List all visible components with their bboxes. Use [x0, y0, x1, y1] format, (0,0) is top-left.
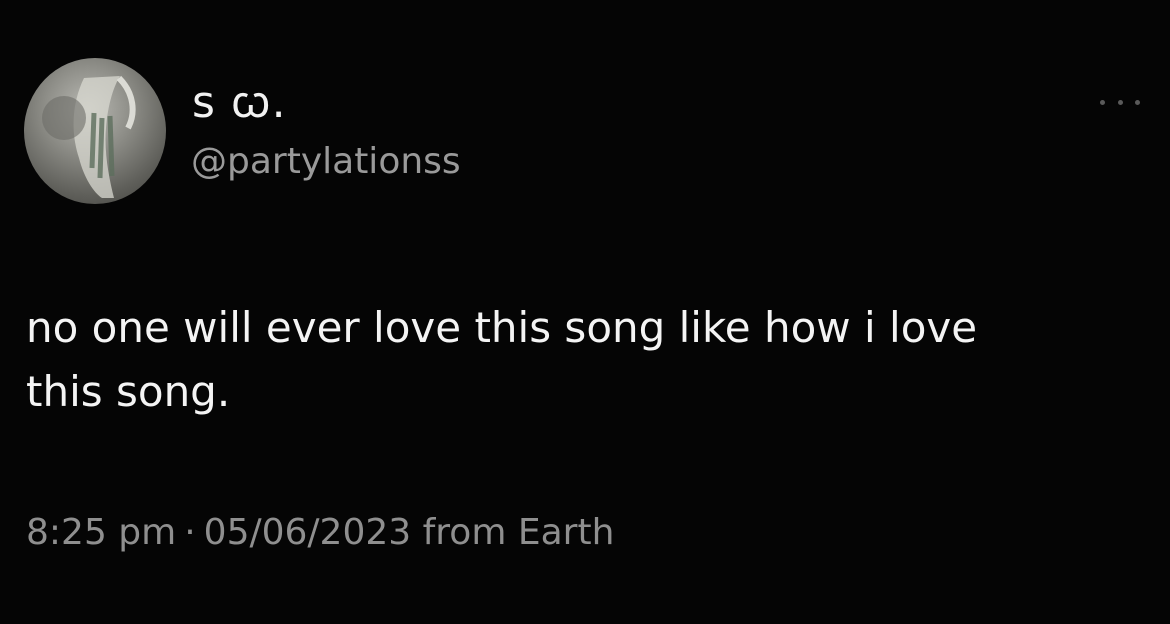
user-handle[interactable]: @partylationss [191, 140, 461, 184]
ellipsis-icon[interactable] [1100, 92, 1140, 112]
ellipsis-dot [1117, 99, 1123, 105]
tweet-source: from Earth [422, 512, 615, 553]
tweet-date[interactable]: 05/06/2023 [204, 512, 412, 553]
tweet-text-line-2: this song. [26, 367, 231, 416]
ellipsis-dot [1135, 99, 1140, 105]
tweet-meta: 8:25 pm · 05/06/2023 from Earth [26, 510, 614, 556]
tweet-text: no one will ever love this song like how… [26, 296, 1136, 424]
ellipsis-dot [1100, 99, 1105, 105]
tweet-card: s ꞷ. @partylationss no one will ever lov… [0, 0, 1170, 624]
avatar[interactable] [24, 58, 166, 204]
meta-separator: · [184, 512, 196, 553]
avatar-image [42, 75, 136, 198]
display-name[interactable]: s ꞷ. [192, 78, 287, 128]
tweet-text-line-1: no one will ever love this song like how… [26, 303, 978, 352]
tweet-time[interactable]: 8:25 pm [26, 512, 176, 553]
